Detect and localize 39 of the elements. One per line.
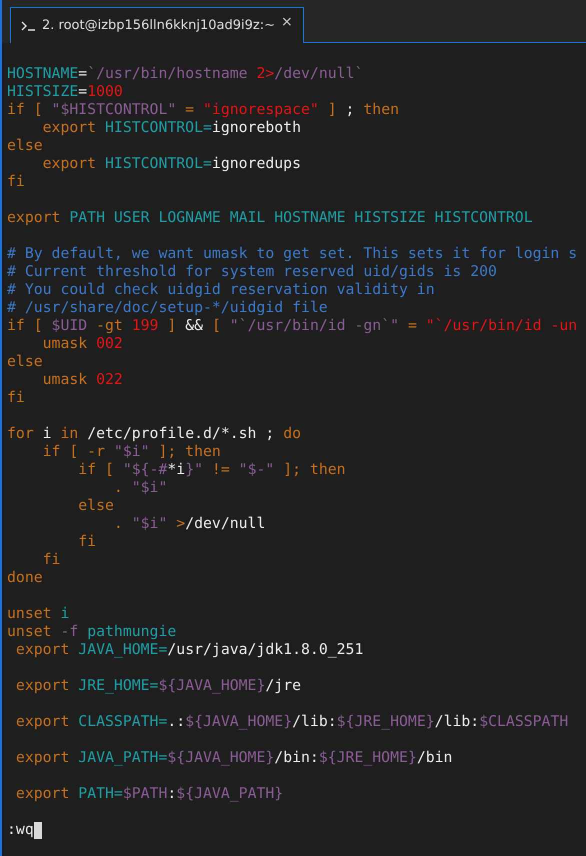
code-line: export CLASSPATH=.:${JAVA_HOME}/lib:${JRE_HOME}/lib:$CLASSPATH xyxy=(14,713,570,731)
code-line: export JAVA_PATH=${JAVA_HOME}/bin:${JRE_HOME}/bin xyxy=(14,749,454,767)
code-line: export JAVA_HOME=/usr/java/jdk1.8.0_251 xyxy=(14,641,364,659)
code-line: unset -f pathmungie xyxy=(7,623,178,641)
code-line: export JRE_HOME=${JAVA_HOME}/jre xyxy=(14,677,302,695)
code-line: else xyxy=(77,497,115,515)
code-line: export HISTCONTROL=ignoredups xyxy=(42,155,302,173)
code-line: # By default, we want umask to get set. This sets it for login s xyxy=(7,245,578,263)
code-line: umask 022 xyxy=(42,371,124,389)
code-line: . "$i" xyxy=(112,479,168,497)
code-line: if [ -r "$i" ]; then xyxy=(42,443,222,461)
code-line: HISTSIZE=1000 xyxy=(7,83,124,101)
code-line: for i in /etc/profile.d/*.sh ; do xyxy=(7,425,302,443)
code-line: else xyxy=(7,353,44,371)
code-line: done xyxy=(7,569,44,587)
terminal-prompt-icon xyxy=(21,20,36,30)
code-line: export PATH USER LOGNAME MAIL HOSTNAME HISTSIZE HISTCONTROL xyxy=(7,209,534,227)
code-line: fi xyxy=(42,551,62,569)
code-line: if [ "${-#*i}" != "$-" ]; then xyxy=(77,461,347,479)
code-line: export HISTCONTROL=ignoreboth xyxy=(42,119,302,137)
code-line: # You could check uidgid reservation validity in xyxy=(7,281,436,299)
code-line: unset i xyxy=(7,605,70,623)
code-line: if [ $UID -gt 199 ] && [ "`/usr/bin/id -gn`" = "`/usr/bin/id -un xyxy=(7,317,578,335)
text-cursor xyxy=(34,822,42,838)
close-button[interactable]: × xyxy=(281,14,293,30)
terminal-tab[interactable]: 2. root@izbp156lln6kknj10ad9i9z:~ × xyxy=(10,7,304,43)
tab-title: 2. root@izbp156lln6kknj10ad9i9z:~ xyxy=(42,18,276,33)
code-line: # /usr/share/doc/setup-*/uidgid file xyxy=(7,299,329,317)
code-line: export PATH=$PATH:${JAVA_PATH} xyxy=(14,785,284,803)
code-line: . "$i" >/dev/null xyxy=(112,515,266,533)
code-line: fi xyxy=(7,389,26,407)
code-line: HOSTNAME=`/usr/bin/hostname 2>/dev/null` xyxy=(7,65,364,83)
code-line: umask 002 xyxy=(42,335,124,353)
code-line: # Current threshold for system reserved uid/gids is 200 xyxy=(7,263,498,281)
code-line: fi xyxy=(7,173,26,191)
code-line: fi xyxy=(77,533,98,551)
code-line: if [ "$HISTCONTROL" = "ignorespace" ] ; then xyxy=(7,101,400,119)
command-input[interactable]: :wq xyxy=(7,821,34,839)
code-line: else xyxy=(7,137,44,155)
